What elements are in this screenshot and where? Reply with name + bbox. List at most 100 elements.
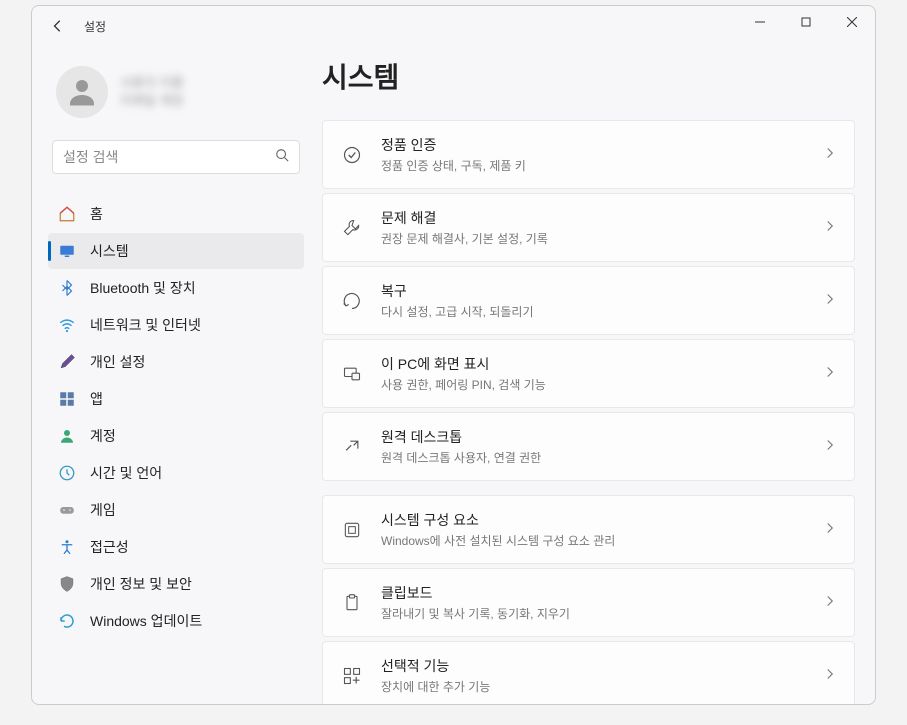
home-icon xyxy=(58,205,76,223)
sidebar-item-label: 개인 정보 및 보안 xyxy=(90,574,192,594)
time-icon xyxy=(58,464,76,482)
sidebar-item-label: 개인 설정 xyxy=(90,352,145,372)
profile-text: 사용자 이름 이메일 계정 xyxy=(120,74,183,110)
card-activation[interactable]: 정품 인증정품 인증 상태, 구독, 제품 키 xyxy=(322,120,855,189)
body: 사용자 이름 이메일 계정 홈시스템Bluetooth 및 장치네트워크 및 인… xyxy=(32,46,875,704)
sidebar-item-label: 접근성 xyxy=(90,537,129,557)
update-icon xyxy=(58,612,76,630)
card-desc: Windows에 사전 설치된 시스템 구성 요소 관리 xyxy=(381,532,806,549)
profile[interactable]: 사용자 이름 이메일 계정 xyxy=(48,54,304,138)
chevron-right-icon xyxy=(824,365,836,383)
card-desc: 원격 데스크톱 사용자, 연결 권한 xyxy=(381,449,806,466)
app-title: 설정 xyxy=(84,18,106,35)
card-title: 정품 인증 xyxy=(381,135,806,155)
sidebar-item-label: 네트워크 및 인터넷 xyxy=(90,315,201,335)
sidebar-item-label: Windows 업데이트 xyxy=(90,611,202,631)
card-optional[interactable]: 선택적 기능장치에 대한 추가 기능 xyxy=(322,641,855,704)
profile-email: 이메일 계정 xyxy=(120,92,183,110)
card-remote[interactable]: 원격 데스크톱원격 데스크톱 사용자, 연결 권한 xyxy=(322,412,855,481)
profile-name: 사용자 이름 xyxy=(120,74,183,92)
card-desc: 권장 문제 해결사, 기본 설정, 기록 xyxy=(381,230,806,247)
sidebar-item-label: 홈 xyxy=(90,204,103,224)
remote-icon xyxy=(341,436,363,458)
chevron-right-icon xyxy=(824,594,836,612)
card-text: 선택적 기능장치에 대한 추가 기능 xyxy=(381,656,806,695)
chevron-right-icon xyxy=(824,146,836,164)
main-content: 시스템 정품 인증정품 인증 상태, 구독, 제품 키문제 해결권장 문제 해결… xyxy=(312,46,875,704)
sidebar-item-gaming[interactable]: 게임 xyxy=(48,492,304,528)
sidebar-item-system[interactable]: 시스템 xyxy=(48,233,304,269)
chevron-right-icon xyxy=(824,667,836,685)
sidebar: 사용자 이름 이메일 계정 홈시스템 Bluetooth 및 장치네트워크 및 인… xyxy=(32,46,312,704)
accessibility-icon xyxy=(58,538,76,556)
cards-list: 정품 인증정품 인증 상태, 구독, 제품 키문제 해결권장 문제 해결사, 기… xyxy=(322,120,855,704)
card-desc: 사용 권한, 페어링 PIN, 검색 기능 xyxy=(381,376,806,393)
optional-icon xyxy=(341,665,363,687)
card-text: 정품 인증정품 인증 상태, 구독, 제품 키 xyxy=(381,135,806,174)
accounts-icon xyxy=(58,427,76,445)
clipboard-icon xyxy=(341,592,363,614)
sidebar-item-label: 시간 및 언어 xyxy=(90,463,162,483)
minimize-button[interactable] xyxy=(737,6,783,38)
card-text: 원격 데스크톱원격 데스크톱 사용자, 연결 권한 xyxy=(381,427,806,466)
system-icon xyxy=(58,242,76,260)
card-troubleshoot[interactable]: 문제 해결권장 문제 해결사, 기본 설정, 기록 xyxy=(322,193,855,262)
card-desc: 다시 설정, 고급 시작, 되돌리기 xyxy=(381,303,806,320)
bluetooth-icon xyxy=(58,279,76,297)
settings-window: 설정 사용자 이름 이메일 계정 홈시스템Bluetooth 및 장치네 xyxy=(31,5,876,705)
network-icon xyxy=(58,316,76,334)
back-button[interactable] xyxy=(40,8,76,44)
sidebar-item-personalization[interactable]: 개인 설정 xyxy=(48,344,304,380)
projecting-icon xyxy=(341,363,363,385)
search-input[interactable] xyxy=(63,149,275,165)
card-desc: 잘라내기 및 복사 기록, 동기화, 지우기 xyxy=(381,605,806,622)
troubleshoot-icon xyxy=(341,217,363,239)
card-components[interactable]: 시스템 구성 요소Windows에 사전 설치된 시스템 구성 요소 관리 xyxy=(322,495,855,564)
sidebar-item-label: 시스템 xyxy=(90,241,129,261)
chevron-right-icon xyxy=(824,292,836,310)
window-controls xyxy=(737,6,875,38)
search-icon xyxy=(275,148,289,167)
card-clipboard[interactable]: 클립보드잘라내기 및 복사 기록, 동기화, 지우기 xyxy=(322,568,855,637)
card-title: 이 PC에 화면 표시 xyxy=(381,354,806,374)
sidebar-item-apps[interactable]: 앱 xyxy=(48,381,304,417)
card-text: 클립보드잘라내기 및 복사 기록, 동기화, 지우기 xyxy=(381,583,806,622)
sidebar-item-label: Bluetooth 및 장치 xyxy=(90,278,196,298)
sidebar-item-home[interactable]: 홈 xyxy=(48,196,304,232)
card-desc: 장치에 대한 추가 기능 xyxy=(381,678,806,695)
sidebar-item-bluetooth[interactable]: Bluetooth 및 장치 xyxy=(48,270,304,306)
card-projecting[interactable]: 이 PC에 화면 표시사용 권한, 페어링 PIN, 검색 기능 xyxy=(322,339,855,408)
sidebar-item-update[interactable]: Windows 업데이트 xyxy=(48,603,304,639)
chevron-right-icon xyxy=(824,219,836,237)
card-recovery[interactable]: 복구다시 설정, 고급 시작, 되돌리기 xyxy=(322,266,855,335)
search-box[interactable] xyxy=(52,140,300,174)
chevron-right-icon xyxy=(824,521,836,539)
card-title: 선택적 기능 xyxy=(381,656,806,676)
sidebar-item-label: 게임 xyxy=(90,500,116,520)
sidebar-item-accounts[interactable]: 계정 xyxy=(48,418,304,454)
personalization-icon xyxy=(58,353,76,371)
privacy-icon xyxy=(58,575,76,593)
titlebar: 설정 xyxy=(32,6,875,46)
sidebar-item-time[interactable]: 시간 및 언어 xyxy=(48,455,304,491)
card-desc: 정품 인증 상태, 구독, 제품 키 xyxy=(381,157,806,174)
card-text: 문제 해결권장 문제 해결사, 기본 설정, 기록 xyxy=(381,208,806,247)
sidebar-item-accessibility[interactable]: 접근성 xyxy=(48,529,304,565)
card-text: 복구다시 설정, 고급 시작, 되돌리기 xyxy=(381,281,806,320)
activation-icon xyxy=(341,144,363,166)
card-text: 이 PC에 화면 표시사용 권한, 페어링 PIN, 검색 기능 xyxy=(381,354,806,393)
card-title: 복구 xyxy=(381,281,806,301)
close-button[interactable] xyxy=(829,6,875,38)
card-text: 시스템 구성 요소Windows에 사전 설치된 시스템 구성 요소 관리 xyxy=(381,510,806,549)
chevron-right-icon xyxy=(824,438,836,456)
maximize-button[interactable] xyxy=(783,6,829,38)
avatar-icon xyxy=(56,66,108,118)
recovery-icon xyxy=(341,290,363,312)
apps-icon xyxy=(58,390,76,408)
sidebar-item-network[interactable]: 네트워크 및 인터넷 xyxy=(48,307,304,343)
sidebar-item-label: 앱 xyxy=(90,389,103,409)
sidebar-item-privacy[interactable]: 개인 정보 및 보안 xyxy=(48,566,304,602)
page-title: 시스템 xyxy=(322,56,855,96)
sidebar-item-label: 계정 xyxy=(90,426,116,446)
card-title: 문제 해결 xyxy=(381,208,806,228)
